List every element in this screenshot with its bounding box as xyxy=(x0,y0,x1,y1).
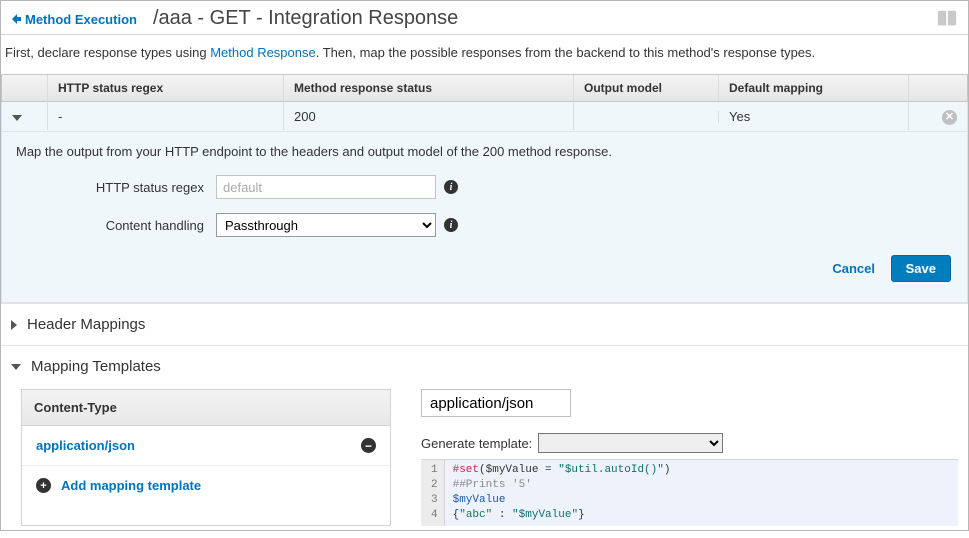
info-icon[interactable]: i xyxy=(444,218,458,232)
save-button[interactable]: Save xyxy=(891,255,951,282)
back-link-label: Method Execution xyxy=(25,12,137,27)
header-mappings-title: Header Mappings xyxy=(27,316,145,333)
add-mapping-template[interactable]: + Add mapping template xyxy=(22,466,390,505)
intro-prefix: First, declare response types using xyxy=(5,45,210,60)
response-grid-header: HTTP status regex Method response status… xyxy=(1,74,968,102)
content-handling-select[interactable]: Passthrough xyxy=(216,213,436,237)
template-editor[interactable]: 1234 #set($myValue = "$util.autoId()")##… xyxy=(421,459,958,526)
editor-code[interactable]: #set($myValue = "$util.autoId()")##Print… xyxy=(445,460,958,526)
intro-suffix: . Then, map the possible responses from … xyxy=(316,45,815,60)
detail-actions: Cancel Save xyxy=(16,251,953,288)
response-row[interactable]: - 200 Yes ✕ xyxy=(1,102,968,132)
back-link[interactable]: Method Execution xyxy=(11,12,137,27)
generate-template-label: Generate template: xyxy=(421,436,532,451)
row-model xyxy=(574,111,719,123)
row-regex: - xyxy=(48,103,284,130)
col-header-model: Output model xyxy=(574,75,719,101)
mapping-templates-title: Mapping Templates xyxy=(31,358,161,375)
col-header-status: Method response status xyxy=(284,75,574,101)
info-icon[interactable]: i xyxy=(444,180,458,194)
remove-content-type-icon[interactable]: − xyxy=(361,438,376,453)
page-header: Method Execution /aaa - GET - Integratio… xyxy=(1,1,968,35)
template-name-input[interactable] xyxy=(421,389,571,417)
docs-icon[interactable] xyxy=(936,8,958,30)
cancel-button[interactable]: Cancel xyxy=(832,261,875,276)
caret-right-icon xyxy=(11,320,17,330)
caret-down-icon xyxy=(11,364,21,370)
generate-template-select[interactable] xyxy=(538,433,723,453)
content-handling-label: Content handling xyxy=(16,218,216,233)
row-default: Yes xyxy=(719,103,909,130)
col-header-regex: HTTP status regex xyxy=(48,75,284,101)
caret-down-icon[interactable] xyxy=(12,115,22,121)
method-response-link[interactable]: Method Response xyxy=(210,45,316,60)
content-type-row[interactable]: application/json − xyxy=(22,426,390,466)
add-mapping-template-label[interactable]: Add mapping template xyxy=(61,478,201,493)
template-panel: Generate template: 1234 #set($myValue = … xyxy=(421,389,958,526)
content-type-header: Content-Type xyxy=(22,390,390,426)
plus-icon: + xyxy=(36,478,51,493)
row-status: 200 xyxy=(284,103,574,130)
detail-note: Map the output from your HTTP endpoint t… xyxy=(16,144,953,159)
header-mappings-toggle[interactable]: Header Mappings xyxy=(11,316,958,333)
intro-text: First, declare response types using Meth… xyxy=(1,35,968,74)
mapping-templates-toggle[interactable]: Mapping Templates xyxy=(11,358,958,375)
col-header-default: Default mapping xyxy=(719,75,909,101)
delete-row-icon[interactable]: ✕ xyxy=(942,110,957,125)
content-type-link[interactable]: application/json xyxy=(36,438,135,453)
arrow-left-icon xyxy=(11,14,21,24)
response-detail-panel: Map the output from your HTTP endpoint t… xyxy=(1,132,968,303)
content-type-panel: Content-Type application/json − + Add ma… xyxy=(21,389,391,526)
regex-label: HTTP status regex xyxy=(16,180,216,195)
header-mappings-section: Header Mappings xyxy=(1,303,968,345)
regex-input[interactable] xyxy=(216,175,436,199)
page-title: /aaa - GET - Integration Response xyxy=(153,7,458,30)
editor-gutter: 1234 xyxy=(421,460,445,526)
mapping-templates-section: Mapping Templates Content-Type applicati… xyxy=(1,345,968,538)
